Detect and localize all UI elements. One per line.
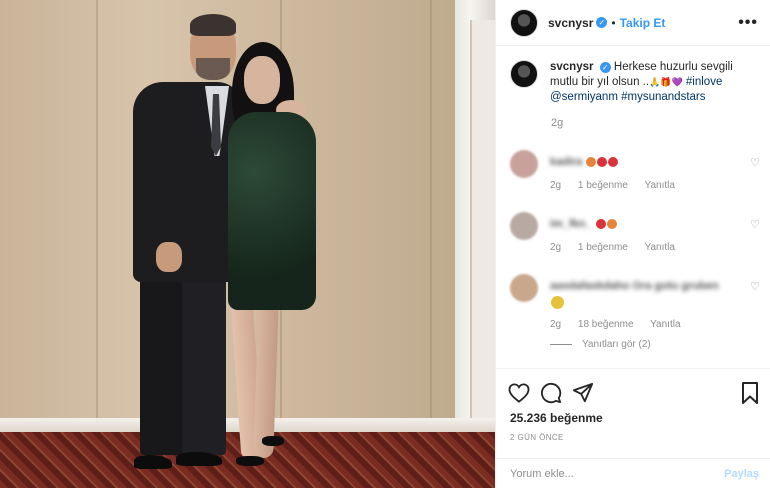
comment-username[interactable]: im_fkn_ [550, 218, 592, 230]
separator-dot: • [611, 15, 616, 30]
caption-text: svcnysr ✓ Herkese huzurlu sevgili mutlu … [550, 60, 750, 105]
post-header: svcnysr ✓ • Takip Et ••• [496, 0, 770, 46]
man-hair [190, 14, 236, 36]
comment-time[interactable]: 2g [550, 180, 561, 191]
avatar[interactable] [510, 212, 538, 240]
post-photo[interactable] [0, 0, 495, 488]
heart-icon[interactable]: ♡ [750, 280, 760, 293]
man-hand [156, 242, 182, 272]
username-link[interactable]: svcnysr [548, 16, 593, 30]
comment-icon[interactable] [540, 382, 562, 404]
avatar[interactable] [510, 8, 538, 37]
view-replies-button[interactable]: Yanıtları gör (2) [550, 339, 651, 350]
comment-meta: 2g 1 beğenme Yanıtla [550, 242, 689, 253]
follow-button[interactable]: Takip Et [620, 16, 666, 30]
man-shoe [176, 452, 222, 466]
comment-time[interactable]: 2g [550, 242, 561, 253]
comment-text: kadira [550, 156, 619, 168]
more-icon[interactable]: ••• [738, 14, 758, 32]
woman-shoe [262, 436, 284, 446]
comment-item: kadira ♡ 2g 1 beğenme Yanıtla [510, 150, 760, 195]
comment-likes[interactable]: 1 beğenme [578, 242, 628, 253]
caption: svcnysr ✓ Herkese huzurlu sevgili mutlu … [496, 60, 770, 105]
emoji [595, 219, 606, 230]
emoji [606, 219, 617, 230]
emoji [586, 157, 597, 168]
comment-item: im_fkn_ ♡ 2g 1 beğenme Yanıtla [510, 212, 760, 257]
hashtag-link[interactable]: #inlove [686, 76, 722, 88]
reply-button[interactable]: Yanıtla [645, 180, 675, 191]
caption-emojis: 🙏🎁💜 [649, 77, 683, 87]
reply-button[interactable]: Yanıtla [650, 319, 680, 330]
verified-icon: ✓ [596, 17, 608, 28]
comment-username[interactable]: aasdafaskdaho Ora gotu gruben [550, 280, 719, 292]
caption-username[interactable]: svcnysr [550, 61, 593, 73]
emoji [551, 296, 564, 309]
comment-text: im_fkn_ [550, 218, 617, 230]
post-date[interactable]: 2 GÜN ÖNCE [496, 425, 770, 442]
man-leg [182, 270, 226, 455]
post-side-panel: svcnysr ✓ • Takip Et ••• svcnysr ✓ Herke… [495, 0, 770, 488]
emoji [608, 157, 619, 168]
door [470, 20, 495, 440]
man-jacket [133, 82, 243, 282]
comment-username[interactable]: kadira [550, 156, 582, 168]
view-replies-label[interactable]: Yanıtları gör (2) [582, 339, 651, 350]
comment-likes[interactable]: 1 beğenme [578, 180, 628, 191]
mention-link[interactable]: @sermiyanm [550, 91, 618, 103]
comment-time[interactable]: 2g [550, 319, 561, 330]
post-actions: 25.236 beğenme 2 GÜN ÖNCE Paylaş [496, 368, 770, 488]
woman-face [244, 56, 280, 104]
heart-icon[interactable] [508, 383, 530, 403]
comment-meta: 2g 18 beğenme Yanıtla [550, 319, 695, 330]
woman-dress [228, 112, 316, 310]
replies-line [550, 343, 572, 345]
avatar[interactable] [510, 60, 538, 88]
share-icon[interactable] [572, 382, 594, 404]
avatar[interactable] [510, 274, 538, 302]
comment-input[interactable] [510, 467, 725, 480]
avatar[interactable] [510, 150, 538, 178]
wall-panel-line [430, 0, 432, 430]
comment-text: aasdafaskdaho Ora gotu gruben [550, 280, 740, 309]
comments-section: svcnysr ✓ Herkese huzurlu sevgili mutlu … [496, 60, 770, 129]
post-comment-button[interactable]: Paylaş [724, 468, 759, 480]
reply-button[interactable]: Yanıtla [645, 242, 675, 253]
emoji [597, 157, 608, 168]
caption-time[interactable]: 2g [551, 117, 770, 129]
add-comment-bar: Paylaş [496, 458, 770, 488]
comment-meta: 2g 1 beğenme Yanıtla [550, 180, 689, 191]
comment-item: aasdafaskdaho Ora gotu gruben ♡ 2g 18 be… [510, 274, 760, 354]
man-leg [140, 270, 186, 455]
hashtag-link[interactable]: #mysunandstars [621, 91, 705, 103]
comment-likes[interactable]: 18 beğenme [578, 319, 634, 330]
man-shoe [134, 455, 172, 469]
action-icons [496, 369, 770, 409]
bookmark-icon[interactable] [741, 382, 759, 404]
heart-icon[interactable]: ♡ [750, 156, 760, 169]
verified-icon: ✓ [599, 62, 611, 73]
man-beard [196, 58, 230, 80]
wall-panel-line [96, 0, 98, 430]
likes-count[interactable]: 25.236 beğenme [496, 409, 770, 425]
heart-icon[interactable]: ♡ [750, 218, 760, 231]
woman-shoe [236, 456, 264, 466]
